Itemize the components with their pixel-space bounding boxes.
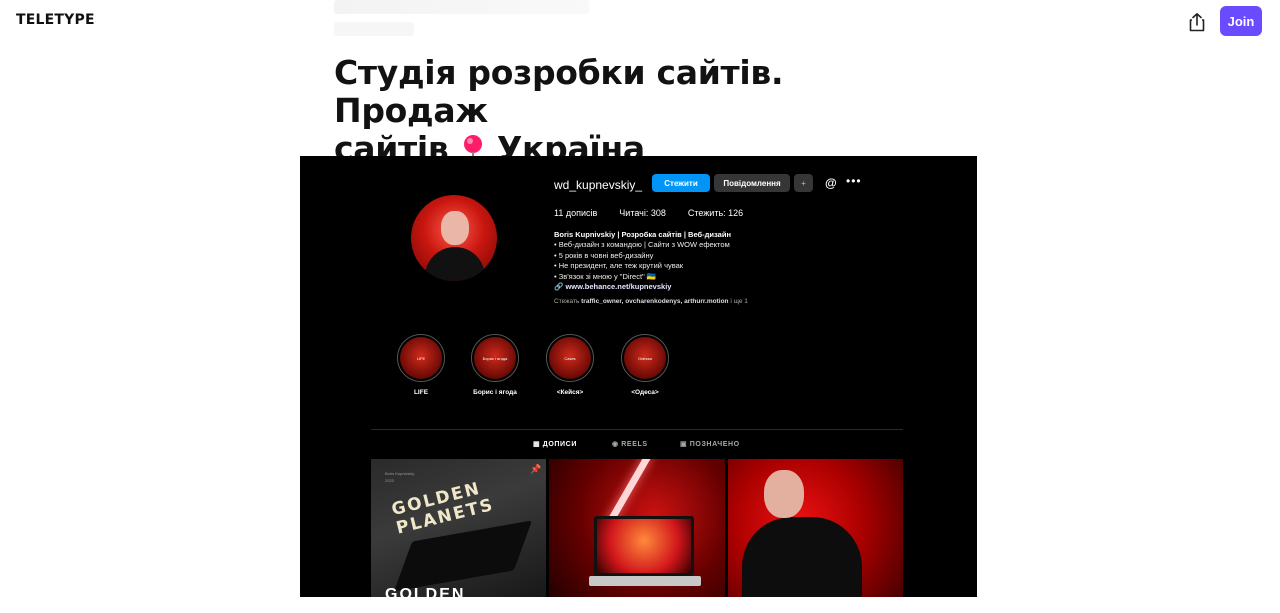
link-icon: 🔗 [554, 282, 564, 292]
post-small-text: Boris Kupnivskiy 2023 [385, 471, 415, 483]
profile-username: wd_kupnevskiy_ [554, 178, 643, 192]
pinned-icon: 📌 [530, 464, 542, 474]
add-user-icon: + [794, 174, 813, 192]
faded-subtitle-line [334, 0, 589, 14]
story-highlight: Борис і ягода Борис і ягода [471, 334, 519, 396]
bio-link: www.behance.net/kupnevskiy [565, 282, 672, 292]
bio-name: Boris Kupnivskiy | Розробка сайтів | Веб… [554, 230, 731, 239]
faded-subtitle-line [334, 22, 414, 36]
highlight-label: <Одеса> [631, 389, 659, 396]
follow-button: Стежити [652, 174, 710, 192]
join-button[interactable]: Join [1220, 6, 1262, 36]
instagram-profile-image: wd_kupnevskiy_ Стежити Повідомлення + @ … [300, 156, 977, 597]
tab-tagged: ▣ ПОЗНАЧЕНО [680, 441, 740, 448]
highlight-label: <Кейся> [556, 389, 584, 396]
profile-avatar [411, 195, 497, 281]
tab-reels: ◉ REELS [612, 441, 648, 448]
post-thumbnail [549, 459, 725, 597]
profile-bio: Boris Kupnivskiy | Розробка сайтів | Веб… [554, 230, 854, 292]
share-icon [1189, 13, 1205, 32]
share-button[interactable] [1184, 10, 1210, 34]
profile-divider [371, 429, 903, 430]
bio-line: • Веб-дизайн з командою | Сайти з WOW еф… [554, 240, 730, 250]
following-count: Стежить: 126 [687, 208, 744, 218]
followed-by: Стежать traffic_owner, ovcharenkodenys, … [554, 298, 748, 305]
tab-posts: ▦ ДОПИСИ [533, 441, 577, 448]
highlight-label: Борис і ягода [473, 389, 517, 396]
title-line-1: Студія розробки сайтів. Продаж [334, 53, 784, 130]
bio-line: • Зв'язок зі мною у "Direct" 🇺🇦 [554, 271, 657, 281]
bio-line: • 5 років в човні веб-дизайну [554, 250, 654, 260]
bio-line: • Не президент, але теж крутий чувак [554, 261, 684, 271]
post-bottom-text: GOLDEN [385, 586, 466, 597]
followers-count: Читачі: 308 [619, 208, 666, 218]
post-thumbnail [728, 459, 903, 597]
teletype-logo[interactable]: TELETYPE [16, 12, 95, 28]
highlight-label: LIFE [413, 389, 429, 396]
post-thumbnail: Boris Kupnivskiy 2023 GOLDEN PLANETS GOL… [371, 459, 546, 597]
story-highlight: Odessa <Одеса> [621, 334, 669, 396]
story-highlight: Cases <Кейся> [546, 334, 594, 396]
article-title: Студія розробки сайтів. Продаж сайтів Ук… [334, 54, 934, 168]
message-button: Повідомлення [714, 174, 790, 192]
threads-icon: @ [825, 176, 837, 190]
story-highlight: LIFE LIFE [397, 334, 445, 396]
profile-stats: 11 дописів Читачі: 308 Стежить: 126 [554, 208, 743, 218]
posts-count: 11 дописів [554, 208, 598, 218]
more-options-icon: ••• [846, 174, 862, 188]
